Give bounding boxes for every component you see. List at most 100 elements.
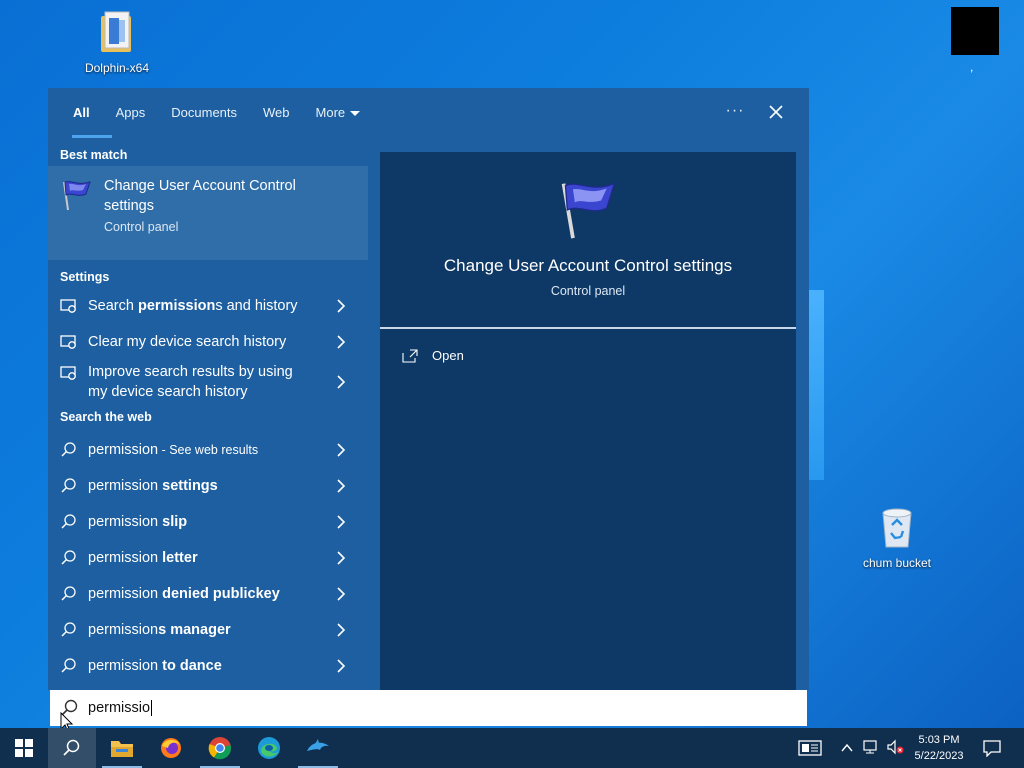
web-result-item[interactable]: permission slip	[48, 504, 368, 540]
divider	[380, 327, 796, 329]
web-result-item[interactable]: permission settings	[48, 468, 368, 504]
chevron-right-icon	[337, 299, 346, 313]
web-result-item[interactable]: permission letter	[48, 540, 368, 576]
taskbar-clock[interactable]: 5:03 PM 5/22/2023	[906, 732, 972, 764]
results-pane: Best match Change User Account Control s…	[48, 138, 368, 690]
windows-logo-icon	[15, 739, 33, 757]
web-result-label: permission denied publickey	[88, 586, 280, 602]
search-icon	[61, 514, 76, 529]
open-action-button[interactable]: Open	[402, 348, 464, 363]
chevron-right-icon	[337, 515, 346, 529]
settings-search-icon	[60, 335, 76, 349]
search-flyout: All Apps Documents Web More ··· Best mat…	[48, 88, 809, 690]
dolphin-icon	[307, 739, 329, 751]
search-query-text: permissio	[88, 699, 153, 717]
chevron-right-icon	[337, 587, 346, 601]
desktop-icon-recycle-bin[interactable]: chum bucket	[857, 503, 937, 570]
notification-center-icon[interactable]	[982, 739, 1002, 762]
web-result-item[interactable]: permission to dance	[48, 648, 368, 684]
tab-all[interactable]: All	[60, 88, 112, 138]
settings-search-icon	[60, 366, 76, 380]
search-icon	[61, 550, 76, 565]
firefox-icon	[161, 738, 181, 758]
volume-muted-icon[interactable]	[886, 739, 904, 760]
search-icon	[61, 622, 76, 637]
edge-icon	[258, 737, 280, 759]
settings-search-icon	[60, 299, 76, 313]
detail-subtitle: Control panel	[550, 284, 626, 298]
tab-documents[interactable]: Documents	[158, 88, 250, 138]
settings-item-search-permissions[interactable]: Search permissions and history	[48, 288, 368, 324]
taskbar: 5:03 PM 5/22/2023	[0, 728, 1024, 768]
search-icon	[61, 478, 76, 493]
search-icon	[61, 442, 76, 457]
tab-label: Web	[263, 105, 290, 120]
open-external-icon	[402, 348, 418, 363]
tab-label: Apps	[115, 105, 146, 120]
start-button[interactable]	[0, 728, 48, 768]
search-icon	[63, 739, 80, 756]
best-match-result[interactable]: Change User Account Control settings Con…	[48, 166, 368, 260]
tab-label: All	[73, 105, 90, 120]
chevron-right-icon	[337, 479, 346, 493]
more-options-button[interactable]: ···	[720, 102, 750, 124]
close-button[interactable]	[762, 100, 790, 126]
web-result-item[interactable]: permissions manager	[48, 612, 368, 648]
tab-more[interactable]: More	[303, 88, 374, 138]
taskbar-firefox[interactable]	[147, 728, 195, 768]
detail-title: Change User Account Control settings	[443, 256, 733, 275]
section-heading-web: Search the web	[60, 410, 152, 424]
best-match-title: Change User Account Control settings	[104, 178, 296, 214]
clock-date: 5/22/2023	[914, 750, 964, 762]
chevron-down-icon	[350, 111, 361, 117]
recycle-bin-icon	[857, 503, 937, 552]
uac-flag-icon	[60, 178, 92, 211]
tab-label: Documents	[171, 105, 238, 120]
web-results-list: permission - See web results permission s…	[48, 432, 368, 684]
open-action-label: Open	[432, 348, 464, 363]
web-result-label: permission settings	[88, 478, 218, 494]
chevron-right-icon	[337, 443, 346, 457]
web-result-label: permission to dance	[88, 658, 222, 674]
taskbar-chrome[interactable]	[196, 728, 244, 768]
tab-web[interactable]: Web	[250, 88, 303, 138]
file-explorer-icon	[111, 741, 133, 757]
clock-time: 5:03 PM	[918, 734, 960, 746]
taskbar-search-button[interactable]	[48, 728, 96, 768]
chevron-right-icon	[337, 623, 346, 637]
tab-apps[interactable]: Apps	[103, 88, 159, 138]
tab-label: More	[315, 105, 346, 120]
web-result-label: permission slip	[88, 514, 188, 530]
best-match-subtitle: Control panel	[104, 220, 179, 234]
news-and-interests-icon[interactable]	[798, 739, 822, 762]
desktop-icon-label: ,	[970, 60, 974, 74]
folder-icon	[77, 10, 157, 57]
chevron-right-icon	[337, 551, 346, 565]
web-result-item[interactable]: permission - See web results	[48, 432, 368, 468]
web-result-label: permissions manager	[88, 622, 231, 638]
result-detail-pane: Change User Account Control settings Con…	[380, 152, 796, 690]
chrome-icon	[208, 737, 232, 760]
section-heading-settings: Settings	[60, 270, 110, 284]
search-icon	[61, 586, 76, 601]
chevron-right-icon	[337, 659, 346, 673]
search-icon	[61, 658, 76, 673]
taskbar-file-explorer[interactable]	[98, 728, 146, 768]
network-icon[interactable]	[862, 739, 880, 760]
taskbar-dolphin[interactable]	[294, 728, 342, 768]
uac-flag-icon	[556, 178, 620, 245]
desktop-icon-black-tile[interactable]	[951, 7, 999, 55]
web-result-label: permission - See web results	[88, 442, 259, 458]
desktop-icon-label: chum bucket	[862, 556, 932, 570]
settings-item-clear-history[interactable]: Clear my device search history	[48, 324, 368, 360]
web-result-item[interactable]: permission denied publickey	[48, 576, 368, 612]
close-icon	[769, 105, 783, 119]
settings-item-improve-results[interactable]: Improve search results by using my devic…	[48, 360, 368, 404]
chevron-up-icon[interactable]	[840, 741, 854, 759]
desktop-icon-dolphin[interactable]: Dolphin-x64	[77, 10, 157, 75]
search-input[interactable]: permissio	[50, 690, 807, 726]
taskbar-edge[interactable]	[245, 728, 293, 768]
chevron-right-icon	[337, 375, 346, 389]
web-result-label: permission letter	[88, 550, 198, 566]
search-tab-bar: All Apps Documents Web More ···	[48, 88, 809, 138]
